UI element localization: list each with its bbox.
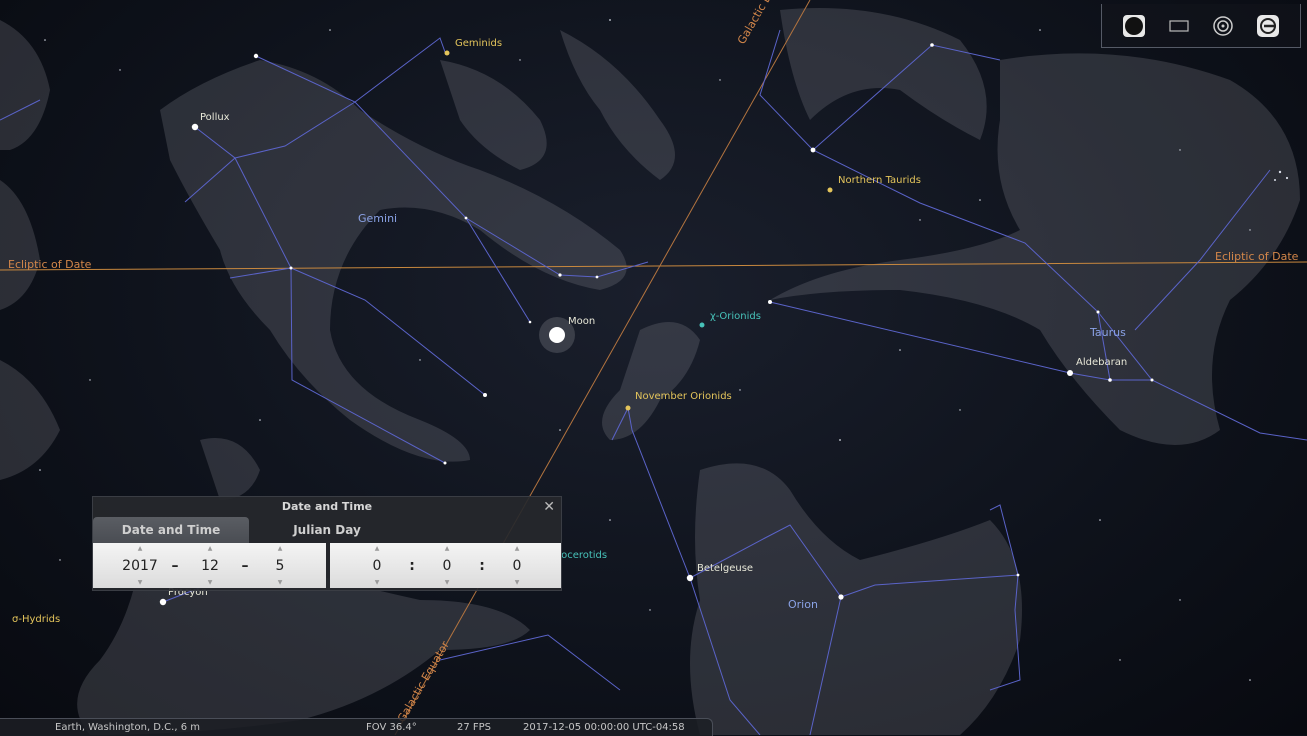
- status-location: Earth, Washington, D.C., 6 m: [55, 722, 200, 733]
- hour-spinbox[interactable]: ▲ 0 ▼: [354, 543, 400, 588]
- year-spinbox[interactable]: ▲ 2017 ▼: [117, 543, 163, 588]
- top-toolbar: [1101, 4, 1301, 48]
- hour-down-icon[interactable]: ▼: [375, 579, 380, 586]
- date-separator: –: [241, 557, 249, 574]
- sky-canvas: [0, 0, 1307, 735]
- minute-down-icon[interactable]: ▼: [445, 579, 450, 586]
- status-datetime: 2017-12-05 00:00:00 UTC-04:58: [523, 722, 685, 733]
- dialog-tabs: Date and Time Julian Day: [93, 517, 561, 543]
- second-value: 0: [512, 557, 522, 574]
- month-value: 12: [201, 557, 219, 574]
- date-time-dialog: Date and Time ✕ Date and Time Julian Day…: [92, 496, 562, 591]
- status-fov: FOV 36.4°: [366, 722, 417, 733]
- year-value: 2017: [122, 557, 158, 574]
- year-up-icon[interactable]: ▲: [138, 545, 143, 552]
- year-down-icon[interactable]: ▼: [138, 579, 143, 586]
- month-spinbox[interactable]: ▲ 12 ▼: [187, 543, 233, 588]
- minute-value: 0: [442, 557, 452, 574]
- day-value: 5: [275, 557, 285, 574]
- close-icon[interactable]: ✕: [543, 497, 555, 517]
- dialog-titlebar[interactable]: Date and Time ✕: [93, 497, 561, 517]
- status-bar: Earth, Washington, D.C., 6 m FOV 36.4° 2…: [0, 718, 713, 736]
- time-separator: :: [479, 557, 485, 574]
- minute-up-icon[interactable]: ▲: [445, 545, 450, 552]
- day-spinbox[interactable]: ▲ 5 ▼: [257, 543, 303, 588]
- moon[interactable]: [549, 327, 565, 343]
- minute-spinbox[interactable]: ▲ 0 ▼: [424, 543, 470, 588]
- dialog-fields: ▲ 2017 ▼ – ▲ 12 ▼ – ▲ 5 ▼ ▲ 0 ▼ : ▲ 0 ▼ …: [93, 543, 561, 588]
- circle-fill-icon[interactable]: [1119, 11, 1149, 41]
- second-spinbox[interactable]: ▲ 0 ▼: [494, 543, 540, 588]
- day-up-icon[interactable]: ▲: [278, 545, 283, 552]
- hour-up-icon[interactable]: ▲: [375, 545, 380, 552]
- hour-value: 0: [372, 557, 382, 574]
- time-panel: ▲ 0 ▼ : ▲ 0 ▼ : ▲ 0 ▼: [330, 543, 561, 588]
- dialog-title: Date and Time: [281, 500, 373, 513]
- sky-view[interactable]: Geminids Pollux Galactic Equator Norther…: [0, 0, 1307, 735]
- second-up-icon[interactable]: ▲: [515, 545, 520, 552]
- rectangle-icon[interactable]: [1164, 11, 1194, 41]
- tab-date-and-time[interactable]: Date and Time: [93, 517, 249, 543]
- target-icon[interactable]: [1208, 11, 1238, 41]
- date-separator: –: [171, 557, 179, 574]
- day-down-icon[interactable]: ▼: [278, 579, 283, 586]
- month-down-icon[interactable]: ▼: [208, 579, 213, 586]
- date-panel: ▲ 2017 ▼ – ▲ 12 ▼ – ▲ 5 ▼: [93, 543, 326, 588]
- month-up-icon[interactable]: ▲: [208, 545, 213, 552]
- exit-icon[interactable]: [1253, 11, 1283, 41]
- tab-julian-day[interactable]: Julian Day: [249, 517, 405, 543]
- time-separator: :: [409, 557, 415, 574]
- status-fps: 27 FPS: [457, 722, 492, 733]
- constellation-art: [0, 8, 1300, 735]
- second-down-icon[interactable]: ▼: [515, 579, 520, 586]
